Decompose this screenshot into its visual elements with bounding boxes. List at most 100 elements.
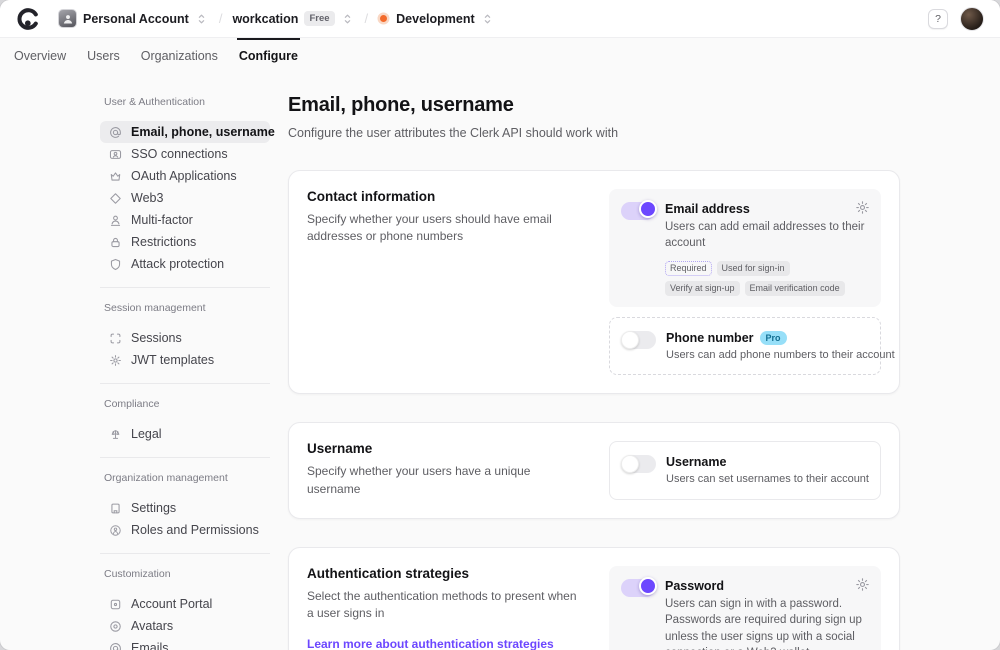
session-frame-icon — [108, 331, 122, 345]
sidebar-item-label: Roles and Permissions — [131, 523, 259, 537]
sidebar-item-attack-protection[interactable]: Attack protection — [100, 253, 270, 275]
sidebar-divider — [100, 287, 270, 288]
phone-number-toggle[interactable] — [622, 331, 656, 349]
sidebar-item-sso-connections[interactable]: SSO connections — [100, 143, 270, 165]
email-settings-gear-icon[interactable] — [855, 200, 870, 220]
sidebar-item-label: Attack protection — [131, 257, 224, 271]
breadcrumb-separator: / — [219, 11, 223, 26]
page-title: Email, phone, username — [288, 94, 900, 117]
sidebar-item-label: Emails — [131, 641, 169, 650]
sidebar-item-label: Avatars — [131, 619, 173, 633]
tab-organizations[interactable]: Organizations — [141, 39, 218, 72]
breadcrumb-separator: / — [365, 11, 369, 26]
sidebar-item-org-settings[interactable]: Settings — [100, 497, 270, 519]
tab-users[interactable]: Users — [87, 39, 120, 72]
card-description: Select the authentication methods to pre… — [307, 588, 583, 623]
crown-icon — [108, 169, 122, 183]
shield-icon — [108, 257, 122, 271]
settings-sidebar: User & Authentication Email, phone, user… — [100, 96, 270, 650]
username-toggle[interactable] — [622, 455, 656, 473]
sidebar-divider — [100, 553, 270, 554]
breadcrumb-account[interactable]: Personal Account — [54, 6, 213, 31]
building-icon — [108, 501, 122, 515]
sidebar-item-account-portal[interactable]: Account Portal — [100, 593, 270, 615]
card-title: Contact information — [307, 189, 583, 204]
email-address-title: Email address — [665, 202, 869, 216]
avatar-circle-icon — [108, 619, 122, 633]
toggle-knob — [639, 577, 657, 595]
sidebar-item-restrictions[interactable]: Restrictions — [100, 231, 270, 253]
password-toggle[interactable] — [621, 579, 655, 597]
badge-used-for-sign-in: Used for sign-in — [717, 261, 790, 276]
email-address-description: Users can add email addresses to their a… — [665, 219, 869, 252]
sidebar-item-web3[interactable]: Web3 — [100, 187, 270, 209]
password-settings-gear-icon[interactable] — [855, 577, 870, 597]
sidebar-item-sessions[interactable]: Sessions — [100, 327, 270, 349]
card-description: Specify whether your users have a unique… — [307, 463, 583, 498]
chevron-updown-icon — [195, 12, 209, 26]
sidebar-item-avatars[interactable]: Avatars — [100, 615, 270, 637]
application-name: workcation — [232, 12, 298, 26]
card-title: Authentication strategies — [307, 566, 583, 581]
sidebar-item-emails[interactable]: Emails — [100, 637, 270, 650]
sidebar-item-label: Legal — [131, 427, 162, 441]
nav-tabs: Overview Users Organizations Configure — [0, 39, 1000, 72]
contact-information-card: Contact information Specify whether your… — [288, 170, 900, 394]
plan-badge: Free — [304, 11, 334, 26]
phone-number-description: Users can add phone numbers to their acc… — [666, 348, 868, 364]
sidebar-item-label: Restrictions — [131, 235, 196, 249]
email-badges: Required Used for sign-in Verify at sign… — [665, 261, 869, 296]
badge-email-verification-code: Email verification code — [745, 281, 845, 296]
sidebar-item-label: Multi-factor — [131, 213, 193, 227]
card-description: Specify whether your users should have e… — [307, 211, 583, 246]
sidebar-item-legal[interactable]: Legal — [100, 423, 270, 445]
username-description: Users can set usernames to their account — [666, 472, 868, 488]
help-button[interactable]: ? — [928, 9, 948, 29]
tab-configure[interactable]: Configure — [239, 39, 298, 72]
badge-verify-at-sign-up: Verify at sign-up — [665, 281, 740, 296]
at-icon — [108, 641, 122, 650]
sidebar-item-label: Sessions — [131, 331, 182, 345]
authentication-strategies-card: Authentication strategies Select the aut… — [288, 547, 900, 650]
sidebar-item-jwt-templates[interactable]: JWT templates — [100, 349, 270, 371]
phone-number-panel: Phone number Pro Users can add phone num… — [609, 317, 881, 376]
toggle-knob — [639, 200, 657, 218]
learn-more-link[interactable]: Learn more about authentication strategi… — [307, 637, 554, 650]
sidebar-divider — [100, 383, 270, 384]
card-title: Username — [307, 441, 583, 456]
badge-required: Required — [665, 261, 712, 276]
at-icon — [108, 125, 122, 139]
lock-icon — [108, 235, 122, 249]
account-name: Personal Account — [83, 12, 189, 26]
sidebar-item-multi-factor[interactable]: Multi-factor — [100, 209, 270, 231]
tab-overview[interactable]: Overview — [14, 39, 66, 72]
username-title: Username — [666, 455, 868, 469]
main-content: Email, phone, username Configure the use… — [288, 94, 900, 650]
sidebar-item-email-phone-username[interactable]: Email, phone, username — [100, 121, 270, 143]
password-description: Users can sign in with a password. Passw… — [665, 596, 869, 650]
toggle-knob — [621, 455, 639, 473]
account-avatar — [58, 9, 77, 28]
sidebar-section-title: Organization management — [104, 472, 270, 484]
user-avatar[interactable] — [960, 7, 984, 31]
roles-icon — [108, 523, 122, 537]
user-check-icon — [108, 213, 122, 227]
sidebar-item-roles-permissions[interactable]: Roles and Permissions — [100, 519, 270, 541]
password-panel: Password Users can sign in with a passwo… — [609, 566, 881, 650]
sidebar-item-label: Email, phone, username — [131, 125, 275, 139]
top-bar: Personal Account / workcation Free / Dev… — [0, 0, 1000, 38]
sidebar-item-label: Settings — [131, 501, 176, 515]
clerk-logo-icon[interactable] — [16, 7, 40, 31]
sidebar-section-title: User & Authentication — [104, 96, 270, 108]
diamond-icon — [108, 191, 122, 205]
app-window: Personal Account / workcation Free / Dev… — [0, 0, 1000, 650]
email-address-toggle[interactable] — [621, 202, 655, 220]
environment-dot-icon — [380, 15, 387, 22]
sidebar-item-oauth-applications[interactable]: OAuth Applications — [100, 165, 270, 187]
page-subtitle: Configure the user attributes the Clerk … — [288, 126, 900, 140]
breadcrumb-application[interactable]: workcation Free — [228, 8, 358, 29]
sidebar-item-label: Account Portal — [131, 597, 212, 611]
sidebar-section-title: Session management — [104, 302, 270, 314]
sidebar-section-title: Customization — [104, 568, 270, 580]
breadcrumb-instance[interactable]: Development — [374, 9, 499, 29]
